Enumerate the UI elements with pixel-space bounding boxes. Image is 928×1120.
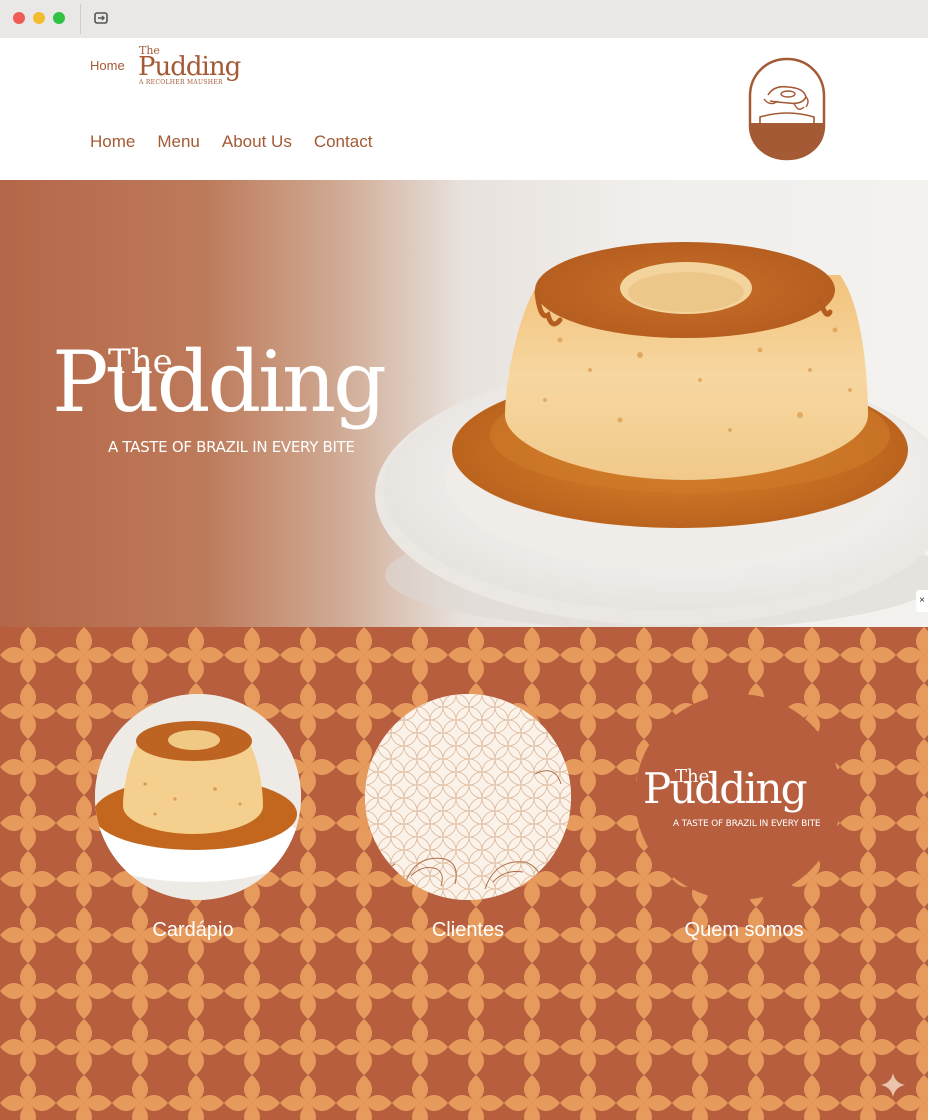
site-header: Home Pudding The A RECOLHER MAUSHER Home…	[0, 38, 928, 180]
about-card-logo-word: Pudding	[643, 764, 807, 813]
clients-illustration	[365, 694, 571, 900]
about-card-logo[interactable]: Pudding The A TASTE OF BRAZIL IN EVERY B…	[635, 694, 841, 900]
hero-logo-word: Pudding	[52, 333, 387, 431]
hero-logo: Pudding The A TASTE OF BRAZIL IN EVERY B…	[52, 330, 432, 470]
header-logo-the: The	[139, 44, 160, 57]
maximize-window-button[interactable]	[53, 12, 65, 24]
clients-card-image[interactable]	[365, 694, 571, 900]
sparkle-icon	[881, 1073, 905, 1097]
header-logo-tagline: A RECOLHER MAUSHER	[139, 79, 223, 86]
header-logo[interactable]: Pudding The A RECOLHER MAUSHER	[137, 44, 247, 86]
hero-tagline: A TASTE OF BRAZIL IN EVERY BITE	[108, 438, 355, 456]
flan-thumbnail	[95, 694, 301, 900]
chrome-divider	[80, 4, 81, 34]
close-window-button[interactable]	[13, 12, 25, 24]
caption-cardapio[interactable]: Cardápio	[90, 919, 296, 942]
breadcrumb-home[interactable]: Home	[90, 58, 125, 73]
caption-clientes[interactable]: Clientes	[365, 919, 571, 942]
about-card-logo-tagline: A TASTE OF BRAZIL IN EVERY BITE	[673, 819, 821, 829]
minimize-window-button[interactable]	[33, 12, 45, 24]
about-card-logo-the: The	[675, 766, 710, 787]
browser-chrome	[0, 0, 928, 39]
nav-contact[interactable]: Contact	[314, 132, 373, 152]
reload-icon[interactable]	[92, 9, 110, 27]
feature-section: Pudding The A TASTE OF BRAZIL IN EVERY B…	[0, 627, 928, 1120]
pudding-badge-icon[interactable]	[748, 57, 826, 161]
nav-menu[interactable]: Menu	[157, 132, 200, 152]
hero-logo-the: The	[108, 342, 173, 382]
hero-banner: Pudding The A TASTE OF BRAZIL IN EVERY B…	[0, 180, 928, 627]
caption-quem-somos[interactable]: Quem somos	[641, 919, 847, 942]
collapse-marker[interactable]: ×	[916, 590, 928, 612]
nav-home[interactable]: Home	[90, 132, 135, 152]
menu-card-image[interactable]	[95, 694, 301, 900]
main-nav: Home Menu About Us Contact	[90, 132, 372, 152]
nav-about-us[interactable]: About Us	[222, 132, 292, 152]
